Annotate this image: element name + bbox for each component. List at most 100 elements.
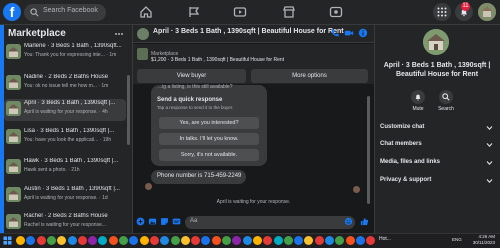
taskbar-app-icon[interactable] [325, 236, 334, 245]
quick-response-yes[interactable]: Yes, are you interested? [159, 117, 259, 129]
menu-label: Privacy & support [380, 177, 432, 183]
phone-icon[interactable] [330, 28, 340, 38]
profile-avatar[interactable] [478, 3, 496, 21]
message-input[interactable] [185, 216, 355, 229]
phone-message: Phone number is 715-459-2249 [157, 173, 242, 179]
conversation-preview: You: ok no issue tell me how m... · 1m [24, 83, 109, 89]
list-item[interactable]: Marlene · 3 Beds 1 Bath , 1390sqft... You… [4, 42, 126, 64]
message-placeholder: Aa [190, 218, 198, 224]
conversation-preview: April is waiting for your response. · 4h [24, 109, 108, 115]
pages-icon[interactable] [186, 4, 202, 20]
taskbar-language[interactable]: ENG [452, 237, 462, 242]
menu-customize-chat[interactable]: Customize chat [380, 122, 495, 134]
list-item[interactable]: April · 3 Beds 1 Bath , 1390sqft |... Apr… [4, 99, 126, 121]
list-item[interactable]: Nadine · 2 Beds 2 Baths House You: ok no … [4, 73, 126, 95]
mute-button[interactable] [411, 90, 425, 104]
listing-thumbnail [6, 129, 21, 144]
list-item[interactable]: Austin · 3 Beds 1 Bath , 1390sqft |... Ap… [4, 185, 126, 207]
sender-avatar [145, 183, 152, 190]
taskbar-app-icon[interactable] [46, 236, 56, 245]
list-item[interactable]: Lisa · 3 Beds 1 Bath , 1390sqft |... You:… [4, 127, 126, 149]
taskbar-app-icon[interactable] [16, 236, 25, 245]
plus-circle-icon[interactable] [136, 217, 145, 226]
chat-scrollbar[interactable] [367, 96, 370, 204]
more-options-button[interactable]: More options [251, 69, 368, 83]
taskbar-app-icon[interactable] [222, 236, 231, 245]
listing-thumbnail [6, 159, 21, 174]
quick-response-subtitle: Tap a response to send it to the buyer. [157, 105, 234, 110]
menu-label: Chat members [380, 141, 422, 147]
sidebar-title: Marketplace [8, 28, 66, 39]
taskbar-app-icon[interactable] [108, 236, 118, 245]
listing-thumbnail [6, 75, 21, 90]
quick-response-title: Send a quick response [157, 97, 223, 103]
previous-message-text: ...ig a listing, is this still available… [158, 84, 233, 90]
conversation-preview: Rachel is waiting for your response... [24, 222, 106, 228]
conversation-title: Lisa · 3 Beds 1 Bath , 1390sqft |... [24, 128, 115, 134]
view-buyer-button[interactable]: View buyer [137, 69, 246, 83]
taskbar-app-icon[interactable] [149, 236, 159, 245]
bell-icon [415, 94, 421, 101]
emoji-icon[interactable] [344, 217, 353, 226]
read-receipt-avatar [353, 186, 360, 193]
house-photo-icon [423, 29, 449, 55]
menu-privacy-support[interactable]: Privacy & support [380, 175, 495, 187]
taskbar-app-icon[interactable] [119, 236, 128, 245]
taskbar-app-icon[interactable] [77, 236, 87, 245]
profile-photo-icon [478, 3, 496, 21]
more-options-icon[interactable] [114, 29, 124, 39]
taskbar-app-icon[interactable] [67, 236, 77, 245]
sticker-icon[interactable] [160, 217, 169, 226]
listing-photo[interactable] [423, 29, 449, 55]
taskbar-app-icon[interactable] [314, 236, 324, 245]
image-icon[interactable] [148, 217, 157, 226]
taskbar-app-icon[interactable] [355, 236, 365, 245]
chat-title[interactable]: April · 3 Beds 1 Bath , 1390sqft | Beaut… [153, 28, 344, 35]
sidebar-scrollbar[interactable] [127, 75, 130, 145]
grid-icon [437, 7, 447, 17]
search-input[interactable]: Search Facebook [24, 4, 106, 21]
taskbar-app-icon[interactable] [345, 236, 355, 245]
mute-label: Mute [412, 106, 424, 112]
marketplace-icon[interactable] [281, 4, 297, 20]
video-call-icon[interactable] [344, 28, 354, 38]
chat-avatar[interactable] [137, 28, 149, 40]
listing-thumbnail[interactable] [137, 48, 148, 60]
notification-badge: 11 [461, 2, 470, 11]
menu-button[interactable] [433, 3, 451, 21]
list-item[interactable]: Rachel · 2 Beds 2 Baths House Rachel is w… [4, 212, 126, 234]
menu-media-files-links[interactable]: Media, files and links [380, 157, 495, 169]
conversation-title: Austin · 3 Beds 1 Bath , 1390sqft |... [24, 186, 120, 192]
taskbar-clock[interactable]: 4:26 AM 30/11/2023 [463, 234, 495, 245]
facebook-logo[interactable]: f [3, 3, 21, 21]
conversation-title: Marlene · 3 Beds 1 Bath , 1390sqft... [24, 43, 122, 49]
groups-icon[interactable] [328, 4, 344, 20]
taskbar-app-icon[interactable] [211, 236, 221, 245]
like-icon[interactable] [360, 217, 369, 226]
taskbar-app-icon[interactable] [242, 236, 252, 245]
quick-response-not-available[interactable]: Sorry, it's not available. [159, 149, 259, 161]
taskbar-app-icon[interactable] [170, 236, 180, 245]
taskbar-app-icon[interactable] [36, 236, 46, 245]
taskbar-app-icon[interactable] [139, 236, 149, 245]
quick-response-in-talks[interactable]: In talks. I'll let you know. [159, 133, 259, 145]
start-icon[interactable] [3, 236, 12, 245]
menu-chat-members[interactable]: Chat members [380, 139, 495, 151]
taskbar-app-icon[interactable] [180, 236, 190, 245]
waiting-status: April is waiting for your response. [216, 199, 291, 205]
gif-icon[interactable]: GIF [172, 217, 181, 226]
listing-thumbnail [6, 214, 21, 229]
conversation-title: Nadine · 2 Beds 2 Baths House [24, 74, 109, 80]
taskbar-app-icon[interactable] [283, 236, 293, 245]
info-icon[interactable] [358, 28, 368, 38]
taskbar-news[interactable]: Hot... [379, 236, 391, 242]
watch-icon[interactable] [232, 4, 248, 20]
list-item[interactable]: Hawk · 3 Beds 1 Bath , 1390sqft |... Hawk… [4, 157, 126, 179]
search-placeholder: Search Facebook [43, 7, 98, 14]
taskbar-app-icon[interactable] [273, 236, 283, 245]
taskbar-app-icon[interactable] [252, 236, 262, 245]
conversation-title: April · 3 Beds 1 Bath , 1390sqft |... [24, 100, 116, 106]
search-in-chat-button[interactable] [439, 90, 453, 104]
chevron-down-icon [486, 143, 493, 148]
home-icon[interactable] [138, 4, 154, 20]
